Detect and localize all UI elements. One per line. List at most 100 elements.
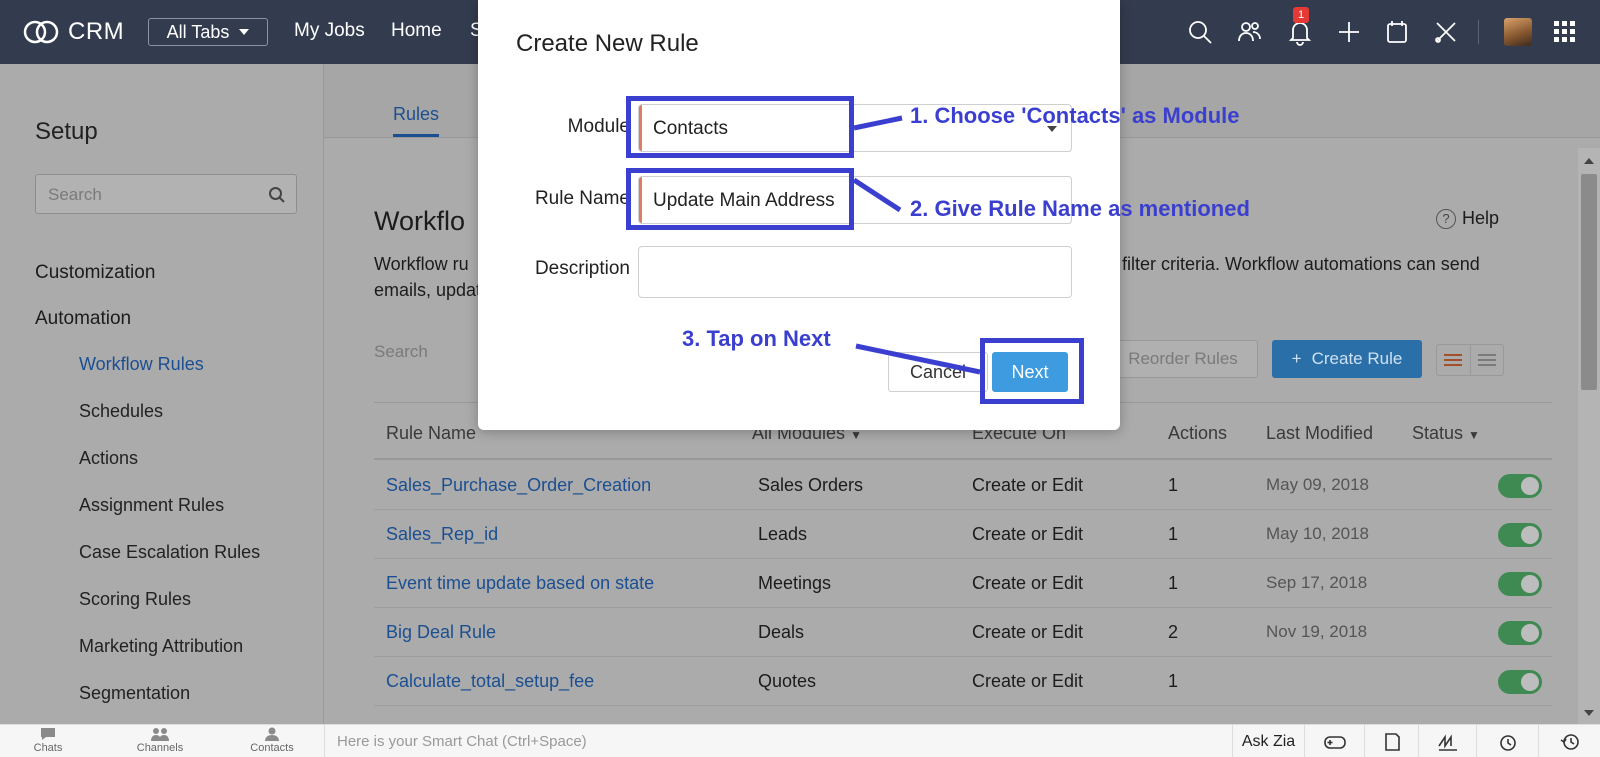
rule-actions-count: 1 [1168,524,1179,544]
rule-module: Leads [758,524,808,544]
bottom-chats[interactable]: Chats [8,727,88,754]
all-tabs-dropdown[interactable]: All Tabs [148,18,268,46]
alarm-icon[interactable] [1476,725,1538,757]
create-rule-button[interactable]: + Create Rule [1272,340,1422,378]
sidebar-item-case-escalation-rules[interactable]: Case Escalation Rules [79,542,260,563]
rule-module: Deals [758,622,805,642]
table-row: Calculate_total_setup_fee Quotes Create … [374,657,1552,706]
list-view-icon[interactable] [1437,345,1470,375]
rule-last-modified: Nov 19, 2018 [1266,622,1368,641]
page-description-line2: emails, updat [374,280,482,300]
reorder-rules-button[interactable]: Reorder Rules [1108,340,1258,378]
ask-zia-button[interactable]: Ask Zia [1232,725,1304,757]
rule-name-link[interactable]: Calculate_total_setup_fee [386,671,594,692]
column-status[interactable]: Status ▼ [1412,423,1480,444]
apps-grid-icon[interactable] [1551,18,1579,46]
calendar-icon[interactable] [1383,18,1411,46]
rule-execute-on: Create or Edit [972,671,1084,691]
rule-actions-count: 1 [1168,475,1179,495]
rule-execute-on: Create or Edit [972,573,1084,593]
rule-name-link[interactable]: Sales_Rep_id [386,524,498,545]
note-icon[interactable] [1364,725,1418,757]
bottom-channels[interactable]: Channels [120,727,200,754]
sidebar-item-schedules[interactable]: Schedules [79,401,163,422]
chevron-down-icon [239,29,250,35]
page-title: Workflo [374,206,466,236]
scrollbar[interactable] [1578,148,1600,724]
search-icon[interactable] [1186,18,1214,46]
nav-my-jobs[interactable]: My Jobs [294,20,365,42]
all-tabs-label: All Tabs [166,21,230,42]
column-last-modified[interactable]: Last Modified [1266,423,1373,444]
status-toggle[interactable] [1498,621,1542,645]
table-row: Event time update based on state Meeting… [374,559,1552,608]
status-toggle[interactable] [1498,670,1542,694]
zoho-logo-icon [23,20,59,44]
rule-actions-count: 2 [1168,622,1179,642]
annotation-step3: 3. Tap on Next [682,326,831,351]
rule-module: Meetings [758,573,832,593]
nav-home[interactable]: Home [391,20,442,42]
annotation-step2: 2. Give Rule Name as mentioned [910,196,1250,221]
column-actions[interactable]: Actions [1168,423,1227,444]
sidebar-item-marketing-attribution[interactable]: Marketing Attribution [79,636,243,657]
annotation-step1: 1. Choose 'Contacts' as Module [910,103,1240,128]
rules-search-input[interactable]: Search [374,342,428,362]
app-name: CRM [68,18,125,45]
description-label: Description [534,258,630,279]
help-label: Help [1462,208,1500,228]
rule-actions-count: 1 [1168,573,1179,593]
tab-rules[interactable]: Rules [393,104,439,125]
users-icon[interactable] [1236,18,1264,46]
sidebar-search-input[interactable]: Search [35,174,297,214]
tools-icon[interactable] [1432,18,1460,46]
view-toggle[interactable] [1436,344,1504,376]
module-label: Module [567,116,630,137]
cancel-button[interactable]: Cancel [888,352,988,392]
create-rule-label: Create Rule [1311,349,1403,368]
plus-icon[interactable] [1335,18,1363,46]
sidebar-item-workflow-rules[interactable]: Workflow Rules [79,354,204,375]
bottom-bar: Chats Channels Contacts Here is your Sma… [0,724,1600,757]
scroll-up-icon[interactable] [1584,158,1594,164]
sidebar-item-scoring-rules[interactable]: Scoring Rules [79,589,191,610]
gamepad-icon[interactable] [1304,725,1364,757]
zia-signature-icon[interactable] [1418,725,1476,757]
topbar-divider [1478,20,1479,44]
detail-view-icon[interactable] [1469,345,1504,375]
smart-chat-input[interactable]: Here is your Smart Chat (Ctrl+Space) [324,725,587,757]
table-row: Sales_Purchase_Order_Creation Sales Orde… [374,461,1552,510]
tab-active-indicator [393,134,439,137]
status-toggle[interactable] [1498,572,1542,596]
description-textarea[interactable] [638,246,1072,298]
rule-name-label: Rule Name [534,188,630,209]
rule-execute-on: Create or Edit [972,622,1084,642]
rule-last-modified: May 09, 2018 [1266,475,1370,494]
setup-sidebar: Setup Search Customization Automation Wo… [0,64,324,724]
sidebar-item-assignment-rules[interactable]: Assignment Rules [79,495,224,516]
history-icon[interactable] [1538,725,1600,757]
rule-execute-on: Create or Edit [972,524,1084,544]
annotation-box-rule-name [626,168,854,230]
help-link[interactable]: ? Help [1436,208,1499,229]
sidebar-search-placeholder: Search [48,185,102,204]
rule-name-link[interactable]: Big Deal Rule [386,622,496,643]
status-toggle[interactable] [1498,474,1542,498]
table-row: Sales_Rep_id Leads Create or Edit 1 May … [374,510,1552,559]
rule-last-modified: May 10, 2018 [1266,524,1370,543]
notification-badge: 1 [1293,7,1309,23]
sidebar-item-actions[interactable]: Actions [79,448,138,469]
status-toggle[interactable] [1498,523,1542,547]
bottom-contacts[interactable]: Contacts [232,727,312,754]
crm-logo[interactable]: CRM [22,17,124,47]
sidebar-section-customization[interactable]: Customization [35,262,155,284]
sidebar-item-segmentation[interactable]: Segmentation [79,683,190,704]
column-rule-name[interactable]: Rule Name [386,423,476,444]
sidebar-section-automation[interactable]: Automation [35,308,131,330]
rule-name-link[interactable]: Sales_Purchase_Order_Creation [386,475,651,496]
rule-name-link[interactable]: Event time update based on state [386,573,654,594]
avatar[interactable] [1504,18,1532,46]
scroll-down-icon[interactable] [1584,710,1594,716]
scrollbar-thumb[interactable] [1581,174,1597,390]
dialog-title: Create New Rule [516,30,699,57]
